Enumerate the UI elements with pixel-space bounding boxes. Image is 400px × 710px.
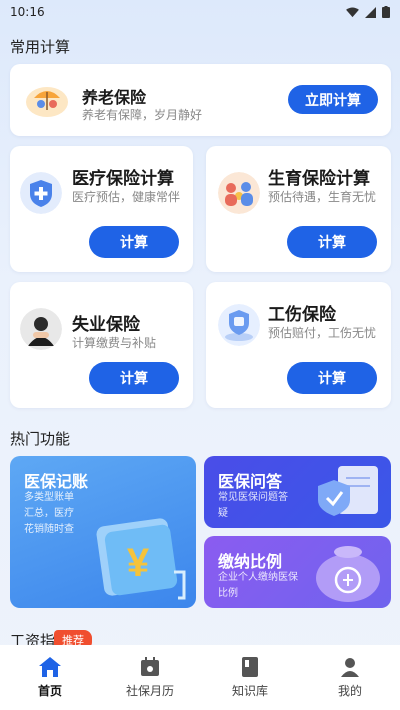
wifi-icon [346,6,359,17]
unemployment-insurance-title: 失业保险 [72,315,140,335]
yuan-card-icon: ¥ [96,518,186,600]
person-icon [341,658,359,677]
bottom-tab-bar: 首页 社保月历 知识库 我的 [0,645,400,710]
medical-qa-card[interactable]: 医保问答 常见医保问题答疑 [204,456,391,528]
work-injury-calc-button[interactable]: 计算 [287,362,377,394]
payment-ratio-subtitle: 企业个人缴纳医保比例 [218,572,298,599]
maternity-insurance-subtitle: 预估待遇，生育无忧 [268,190,377,204]
money-bag-icon [316,546,380,602]
maternity-insurance-card[interactable]: 生育保险计算 预估待遇，生育无忧 计算 [206,146,391,272]
section-title-hot: 热门功能 [10,430,71,448]
tab-knowledge-label: 知识库 [231,684,268,698]
medical-calc-button[interactable]: 计算 [89,226,179,258]
tab-calendar[interactable]: 社保月历 [100,645,200,710]
payment-ratio-card[interactable]: 缴纳比例 企业个人缴纳医保比例 [204,536,391,608]
battery-icon [382,6,390,18]
payment-ratio-title: 缴纳比例 [218,552,283,571]
work-injury-insurance-card[interactable]: 工伤保险 预估赔付，工伤无忧 计算 [206,282,391,408]
stressed-person-icon [20,308,62,350]
status-bar: 10:16 [0,0,400,24]
medical-ledger-card[interactable]: 医保记账 多类型账单汇总，医疗花销随时查 ¥ [10,456,196,608]
pension-card[interactable]: 养老保险 养老有保障，岁月静好 立即计算 [10,64,391,136]
status-time: 10:16 [10,5,45,19]
book-icon [242,657,258,677]
injury-shield-icon [218,304,260,346]
section-title-common: 常用计算 [10,38,71,56]
medical-ledger-subtitle: 多类型账单汇总，医疗花销随时查 [24,492,74,535]
shield-document-icon [318,466,378,516]
work-injury-insurance-title: 工伤保险 [268,305,336,325]
medical-ledger-title: 医保记账 [24,472,89,491]
calendar-icon [141,657,159,676]
tab-home-label: 首页 [37,684,62,698]
umbrella-couple-icon [26,87,68,117]
unemployment-insurance-subtitle: 计算缴费与补贴 [72,336,157,350]
signal-icon [365,6,376,18]
svg-text:¥: ¥ [127,541,150,585]
pension-title: 养老保险 [82,88,147,107]
medical-shield-icon [20,172,62,214]
medical-insurance-subtitle: 医疗预估，健康常伴 [72,190,181,204]
tab-mine[interactable]: 我的 [300,645,400,710]
home-icon [39,657,61,677]
maternity-insurance-title: 生育保险计算 [268,169,370,189]
unemployment-insurance-card[interactable]: 失业保险 计算缴费与补贴 计算 [10,282,193,408]
medical-qa-title: 医保问答 [218,472,283,491]
tab-mine-label: 我的 [337,684,362,698]
medical-insurance-title: 医疗保险计算 [72,169,174,189]
work-injury-insurance-subtitle: 预估赔付，工伤无忧 [268,326,377,340]
family-icon [218,172,260,214]
medical-qa-subtitle: 常见医保问题答疑 [218,492,288,519]
tab-home[interactable]: 首页 [0,645,100,710]
unemployment-calc-button[interactable]: 计算 [89,362,179,394]
tab-calendar-label: 社保月历 [125,684,174,698]
tab-knowledge[interactable]: 知识库 [200,645,300,710]
pension-calc-button[interactable]: 立即计算 [288,85,378,114]
medical-insurance-card[interactable]: 医疗保险计算 医疗预估，健康常伴 计算 [10,146,193,272]
pension-subtitle: 养老有保障，岁月静好 [82,108,203,122]
maternity-calc-button[interactable]: 计算 [287,226,377,258]
